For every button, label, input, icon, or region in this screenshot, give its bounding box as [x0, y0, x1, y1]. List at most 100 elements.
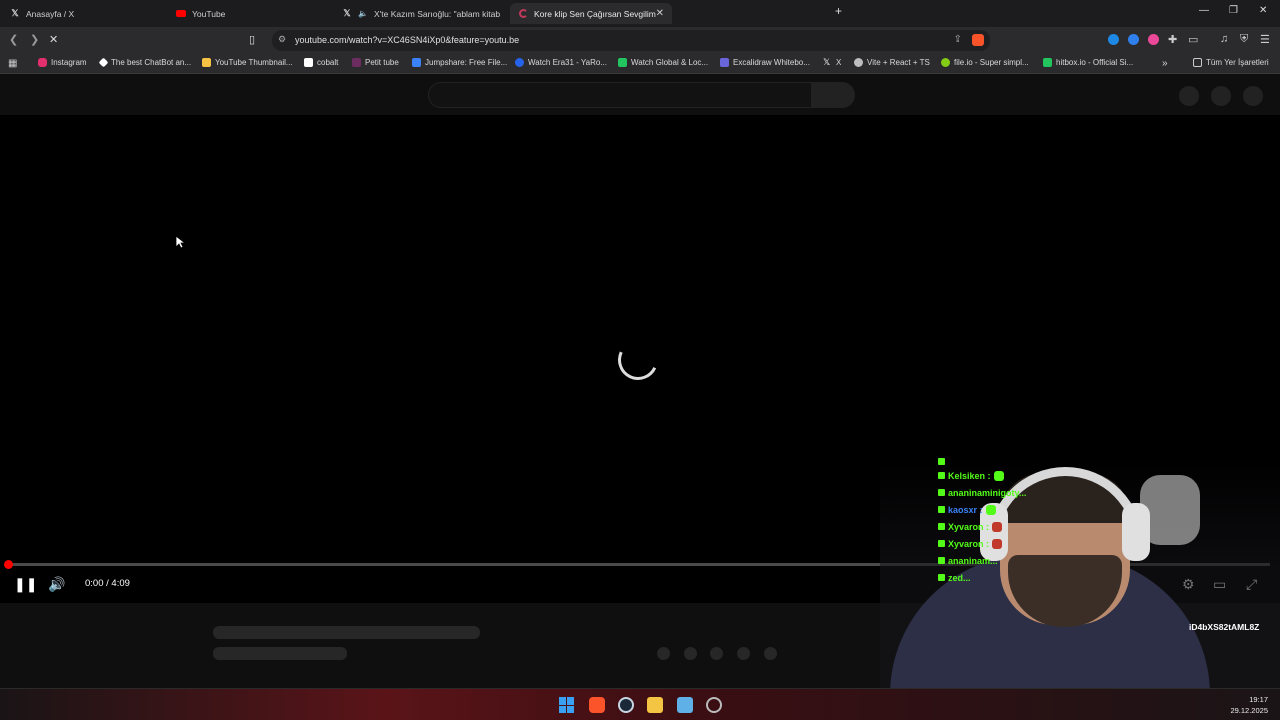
file-explorer-icon[interactable] — [647, 697, 663, 713]
volume-button[interactable]: 🔊 — [48, 576, 65, 593]
close-tab-icon[interactable]: ✕ — [656, 8, 664, 19]
close-window-icon[interactable]: ✕ — [1259, 5, 1267, 16]
clock-time: 19:17 — [1249, 695, 1268, 704]
forward-icon[interactable]: ❯ — [30, 33, 39, 46]
petit-tube-icon — [352, 58, 361, 67]
era31-icon — [515, 58, 524, 67]
file-io-icon — [941, 58, 950, 67]
kick-badge-icon — [938, 472, 945, 479]
chat-line: ananinaminigoty... — [938, 484, 1058, 501]
restore-icon[interactable]: ❐ — [1229, 5, 1238, 16]
site-info-icon[interactable]: ⚙ — [278, 34, 286, 45]
bookmark-item[interactable]: Vite + React + TS — [854, 58, 930, 67]
more-bookmarks-icon[interactable]: » — [1162, 58, 1168, 69]
new-tab-icon[interactable]: + — [835, 4, 842, 18]
share-icon[interactable]: ⇪ — [954, 34, 962, 45]
tab-title: Anasayfa / X — [26, 8, 75, 19]
bookmark-item[interactable]: Watch Era31 - YaRo... — [515, 58, 607, 67]
loading-spinner — [612, 334, 664, 386]
tab-kore-klip[interactable]: Kore klip Sen Çağırsan Sevgilim ✕ — [510, 3, 672, 24]
tab-anasayfa-x[interactable]: 𝕏 Anasayfa / X — [2, 3, 168, 24]
kick-badge-icon — [938, 540, 945, 547]
desktop-screen: 𝕏 Anasayfa / X YouTube 𝕏 🔈 X'te Kazım Sa… — [0, 0, 1280, 720]
all-bookmarks-folder[interactable]: Tüm Yer İşaretleri — [1193, 58, 1269, 67]
menu-icon[interactable]: ☰ — [1260, 33, 1270, 46]
system-clock[interactable]: 19:17 29.12.2025 — [1230, 694, 1268, 716]
globe-icon — [854, 58, 863, 67]
hitbox-icon — [1043, 58, 1052, 67]
bookmark-item[interactable]: Petit tube — [352, 58, 399, 67]
placeholder-icon — [1211, 86, 1231, 106]
bookmark-item[interactable]: Excalidraw Whitebo... — [720, 58, 810, 67]
windows-start-icon[interactable] — [559, 697, 575, 713]
instagram-icon — [38, 58, 47, 67]
browser-tab-strip: 𝕏 Anasayfa / X YouTube 𝕏 🔈 X'te Kazım Sa… — [0, 0, 1280, 27]
extensions-puzzle-icon[interactable]: ✚ — [1168, 33, 1177, 46]
address-bar[interactable]: ⚙ youtube.com/watch?v=XC46SN4iXp0&featur… — [272, 30, 990, 51]
apps-grid-icon[interactable]: ▦ — [8, 58, 17, 69]
speaker-icon[interactable]: 🔈 — [358, 9, 368, 19]
search-input[interactable] — [428, 82, 812, 108]
x-logo-icon: 𝕏 — [11, 8, 19, 18]
bookmark-item[interactable]: Instagram — [38, 58, 87, 67]
bookmarks-bar: ▦ Instagram The best ChatBot an... YouTu… — [0, 53, 1280, 74]
bookmark-item[interactable]: cobalt — [304, 58, 338, 67]
placeholder-dot — [764, 647, 777, 660]
extension-icon[interactable] — [1148, 34, 1159, 45]
kick-badge-icon — [938, 574, 945, 581]
brave-shields-icon[interactable] — [972, 34, 984, 46]
tab-title: YouTube — [192, 8, 226, 19]
search-button[interactable] — [812, 82, 855, 108]
clock-date: 29.12.2025 — [1230, 706, 1268, 715]
progress-scrubber[interactable] — [4, 560, 13, 569]
emote-icon — [985, 504, 996, 515]
tab-youtube[interactable]: YouTube — [168, 3, 334, 24]
bookmark-item[interactable]: Jumpshare: Free File... — [412, 58, 507, 67]
kick-badge-icon — [938, 489, 945, 496]
url-text: youtube.com/watch?v=XC46SN4iXp0&feature=… — [295, 35, 520, 45]
app-icon[interactable] — [706, 697, 722, 713]
steam-icon[interactable] — [618, 697, 634, 713]
bookmark-icon[interactable]: ▯ — [249, 33, 255, 46]
stop-loading-icon[interactable]: ✕ — [49, 33, 58, 46]
bookmark-item[interactable]: file.io - Super simpl... — [941, 58, 1029, 67]
thumbnail-icon — [202, 58, 211, 67]
cobalt-icon — [304, 58, 313, 67]
bookmark-item[interactable]: 𝕏X — [823, 57, 841, 68]
kick-badge-icon — [938, 457, 945, 465]
bookmark-item[interactable]: Watch Global & Loc... — [618, 58, 708, 67]
kick-badge-icon — [938, 557, 945, 564]
tab-x-post[interactable]: 𝕏 🔈 X'te Kazım Sarıoğlu: "ablam kitab — [334, 3, 510, 24]
chat-line-partial — [938, 455, 1058, 467]
back-icon[interactable]: ❮ — [9, 33, 18, 46]
emote-icon — [992, 521, 1003, 532]
media-icon[interactable]: ♫ — [1220, 33, 1228, 45]
jumpshare-icon — [412, 58, 421, 67]
placeholder-icon — [1179, 86, 1199, 106]
extension-icon[interactable] — [1108, 34, 1119, 45]
chat-line: zed... — [938, 569, 1058, 586]
minimize-icon[interactable]: — — [1199, 5, 1209, 16]
kick-badge-icon — [938, 523, 945, 530]
channel-placeholder — [213, 647, 347, 660]
placeholder-dot — [710, 647, 723, 660]
remote-desktop-icon[interactable] — [677, 697, 693, 713]
placeholder-dot — [737, 647, 750, 660]
bookmark-item[interactable]: The best ChatBot an... — [98, 57, 191, 68]
loading-icon — [518, 9, 528, 19]
vpn-icon[interactable]: ⛨ — [1240, 33, 1248, 46]
time-display: 0:00 / 4:09 — [85, 578, 130, 589]
mouse-cursor-icon — [175, 235, 185, 249]
extension-icon[interactable] — [1128, 34, 1139, 45]
bookmark-item[interactable]: YouTube Thumbnail... — [202, 58, 293, 67]
stream-chat-overlay: Kelsiken : ananinaminigoty... kaosxr : X… — [938, 455, 1058, 586]
pause-button[interactable]: ❚❚ — [14, 576, 37, 593]
x-logo-icon: 𝕏 — [823, 57, 831, 67]
sidebar-icon[interactable]: ▭ — [1188, 33, 1198, 46]
windows-taskbar: 19:17 29.12.2025 — [0, 688, 1280, 720]
chat-line: Xyvaron : — [938, 535, 1058, 552]
tab-title: X'te Kazım Sarıoğlu: "ablam kitab — [374, 8, 501, 19]
watch-global-icon — [618, 58, 627, 67]
brave-browser-icon[interactable] — [589, 697, 605, 713]
bookmark-item[interactable]: hitbox.io - Official Si... — [1043, 58, 1133, 67]
